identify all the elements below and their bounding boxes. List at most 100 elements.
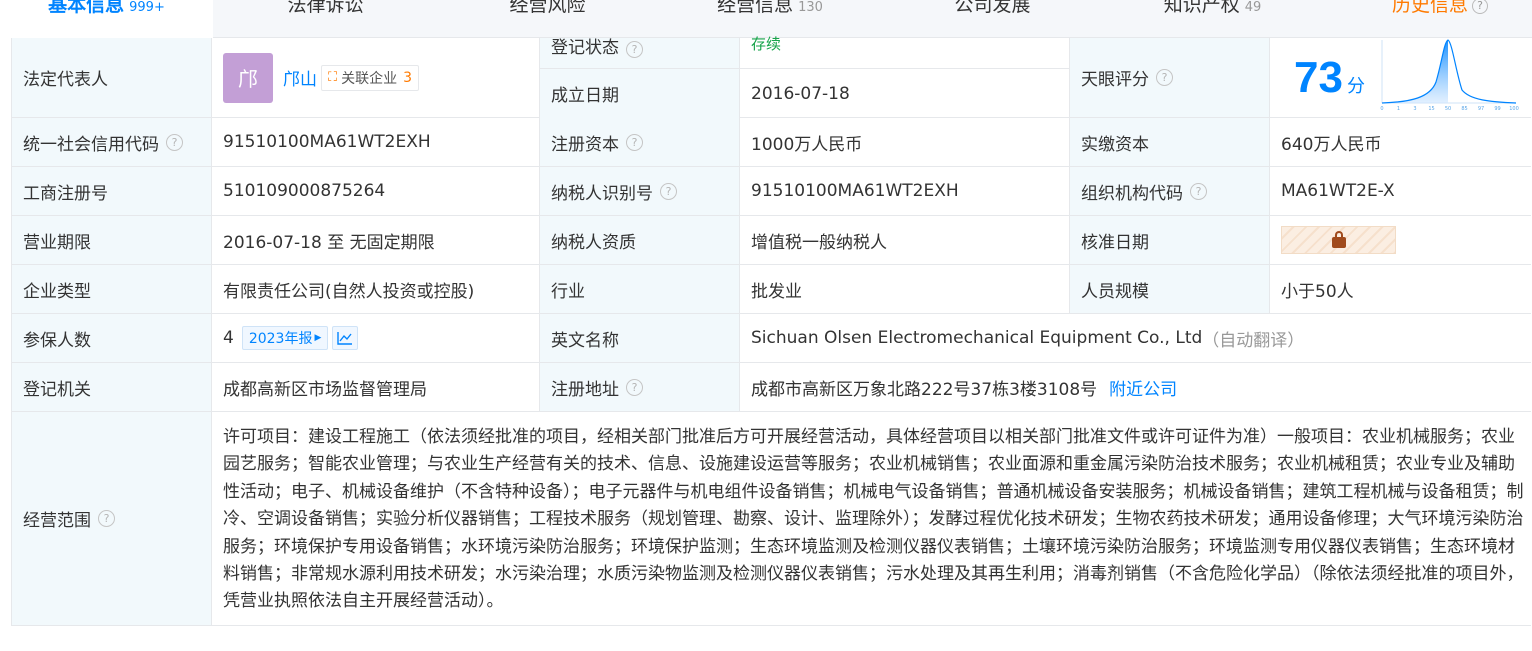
tick-label: 99	[1494, 106, 1500, 112]
help-icon[interactable]: ?	[166, 133, 183, 151]
taxpayer-id-label-cell: 纳税人识别号?	[540, 167, 740, 215]
tab-label: 经营信息	[717, 0, 794, 16]
scope-label-cell: 经营范围?	[12, 412, 212, 625]
help-icon[interactable]: ?	[1472, 0, 1488, 14]
company-type-value: 有限责任公司(自然人投资或控股)	[212, 265, 540, 313]
credit-code-label-cell: 统一社会信用代码?	[12, 118, 212, 166]
est-date-value: 2016-07-18	[740, 69, 1070, 118]
trend-chart-button[interactable]	[332, 326, 359, 350]
help-icon[interactable]: ?	[626, 378, 643, 396]
label-taxpayer-qual: 纳税人资质	[540, 216, 740, 264]
tab-label: 知识产权	[1163, 0, 1240, 16]
tab-ip[interactable]: 知识产权 49	[1140, 0, 1285, 38]
tab-label: 经营风险	[509, 0, 586, 16]
caret-right-icon: ▶	[314, 333, 322, 343]
reg-status-subrow: 登记状态? 存续	[540, 35, 1070, 69]
insured-cell: 4 2023年报 ▶	[212, 314, 540, 362]
label-reg-no: 工商注册号	[12, 167, 212, 215]
insured-value: 4	[223, 328, 234, 348]
table-row: 参保人数 4 2023年报 ▶ 英文名称 Sichuan Olsen Electr…	[12, 314, 1531, 363]
label-org-code: 组织机构代码	[1081, 183, 1183, 204]
help-icon[interactable]: ?	[98, 510, 115, 527]
tick-labels: 0 1 3 15 50 85 97 99 100	[1380, 106, 1518, 112]
reg-status-label-cell: 登记状态?	[540, 38, 740, 68]
avatar[interactable]: 邝	[223, 52, 273, 103]
label-scope: 经营范围	[23, 511, 91, 531]
reg-address-cell: 成都市高新区万象北路222号37栋3楼3108号 附近公司	[740, 363, 1532, 411]
tab-label: 基本信息	[48, 0, 125, 16]
paid-capital-value: 640万人民币	[1281, 134, 1382, 155]
tianyan-score-unit: 分	[1346, 75, 1365, 97]
legal-rep-name-link[interactable]: 邝山	[283, 65, 317, 90]
table-row: 企业类型 有限责任公司(自然人投资或控股) 行业 批发业 人员规模 小于50人	[12, 265, 1531, 314]
reg-address-label-cell: 注册地址?	[540, 363, 740, 411]
reg-address-value: 成都市高新区万象北路222号37栋3楼3108号	[751, 379, 1098, 400]
label-english-name: 英文名称	[540, 314, 740, 362]
reg-authority-value: 成都高新区市场监督管理局	[212, 363, 540, 411]
tick-label: 50	[1445, 106, 1451, 112]
scope-value: 许可项目：建设工程施工（依法须经批准的项目，经相关部门批准后方可开展经营活动，具…	[223, 427, 1524, 612]
label-company-type: 企业类型	[12, 265, 212, 313]
label-credit-code: 统一社会信用代码	[23, 134, 159, 155]
help-icon[interactable]: ?	[626, 133, 643, 151]
english-name-cell: Sichuan Olsen Electromechanical Equipmen…	[740, 314, 1532, 362]
label-taxpayer-id: 纳税人识别号	[551, 183, 653, 204]
label-legal-rep: 法定代表人	[12, 38, 212, 117]
tick-label: 100	[1509, 106, 1519, 112]
tab-count: 999+	[129, 0, 165, 15]
help-icon[interactable]: ?	[1156, 69, 1173, 86]
related-companies-button[interactable]: ⛶ 关联企业 3	[321, 64, 420, 91]
tick-label: 3	[1413, 106, 1416, 112]
tab-development[interactable]: 公司发展	[910, 0, 1075, 38]
legal-rep-cell: 邝 邝山 ⛶ 关联企业 3	[212, 38, 540, 117]
tab-legal[interactable]: 法律诉讼	[243, 0, 408, 38]
help-icon[interactable]: ?	[1190, 182, 1207, 200]
lock-icon	[1331, 230, 1346, 248]
table-row: 法定代表人 邝 邝山 ⛶ 关联企业 3 登记状态? 存续 成立日期 2016-0…	[12, 35, 1532, 118]
org-code-label-cell: 组织机构代码?	[1070, 167, 1270, 215]
basic-info-table: 法定代表人 邝 邝山 ⛶ 关联企业 3 登记状态? 存续 成立日期 2016-0…	[11, 35, 1532, 626]
tianyan-score: 73	[1294, 52, 1343, 102]
biz-term-value: 2016-07-18 至 无固定期限	[212, 216, 540, 264]
taxpayer-qual-value: 增值税一般纳税人	[740, 216, 1070, 264]
tab-label: 历史信息	[1391, 0, 1468, 16]
table-row: 经营范围? 许可项目：建设工程施工（依法须经批准的项目，经相关部门批准后方可开展…	[12, 412, 1531, 626]
help-icon[interactable]: ?	[626, 41, 643, 58]
related-network-icon: ⛶	[328, 70, 338, 85]
reg-capital-label-cell: 注册资本?	[540, 118, 740, 166]
related-count: 3	[403, 69, 413, 86]
label-industry: 行业	[540, 265, 740, 313]
score-area	[1382, 40, 1448, 103]
related-label: 关联企业	[341, 70, 398, 87]
tianyan-score-cell: 73 分 0 1 3 15 50 85 97 99 100	[1270, 38, 1532, 117]
auto-translate-note: （自动翻译）	[1202, 330, 1305, 351]
credit-code-value: 91510100MA61WT2EXH	[212, 118, 540, 166]
annual-report-label: 2023年报	[248, 331, 313, 347]
label-biz-term: 营业期限	[12, 216, 212, 264]
table-row: 统一社会信用代码? 91510100MA61WT2EXH 注册资本? 1000万…	[12, 118, 1531, 167]
label-reg-authority: 登记机关	[12, 363, 212, 411]
tab-count: 130	[798, 0, 823, 15]
label-insured: 参保人数	[12, 314, 212, 362]
tick-label: 0	[1380, 106, 1383, 112]
est-date-subrow: 成立日期 2016-07-18	[540, 69, 1070, 118]
english-name-value: Sichuan Olsen Electromechanical Equipmen…	[751, 328, 1203, 348]
table-row: 工商注册号 510109000875264 纳税人识别号? 91510100MA…	[12, 167, 1531, 216]
tab-count: 49	[1244, 0, 1262, 15]
tab-basic-info[interactable]: 基本信息 999+	[0, 0, 213, 38]
label-reg-status: 登记状态	[551, 38, 619, 58]
tick-label: 1	[1397, 106, 1400, 112]
vip-locked-value[interactable]	[1281, 226, 1396, 254]
label-tianyan: 天眼评分	[1081, 70, 1149, 90]
taxpayer-id-value: 91510100MA61WT2EXH	[740, 167, 1070, 215]
reg-status-value: 存续	[740, 35, 1070, 68]
approve-date-cell	[1270, 216, 1532, 264]
tab-label: 法律诉讼	[287, 0, 364, 16]
annual-report-button[interactable]: 2023年报 ▶	[241, 326, 329, 350]
tianyan-label-cell: 天眼评分?	[1070, 38, 1270, 117]
nearby-companies-link[interactable]: 附近公司	[1109, 375, 1177, 400]
tick-label: 85	[1461, 106, 1467, 112]
reg-capital-value: 1000万人民币	[740, 118, 1070, 166]
help-icon[interactable]: ?	[660, 182, 677, 200]
score-curve	[1381, 39, 1517, 104]
